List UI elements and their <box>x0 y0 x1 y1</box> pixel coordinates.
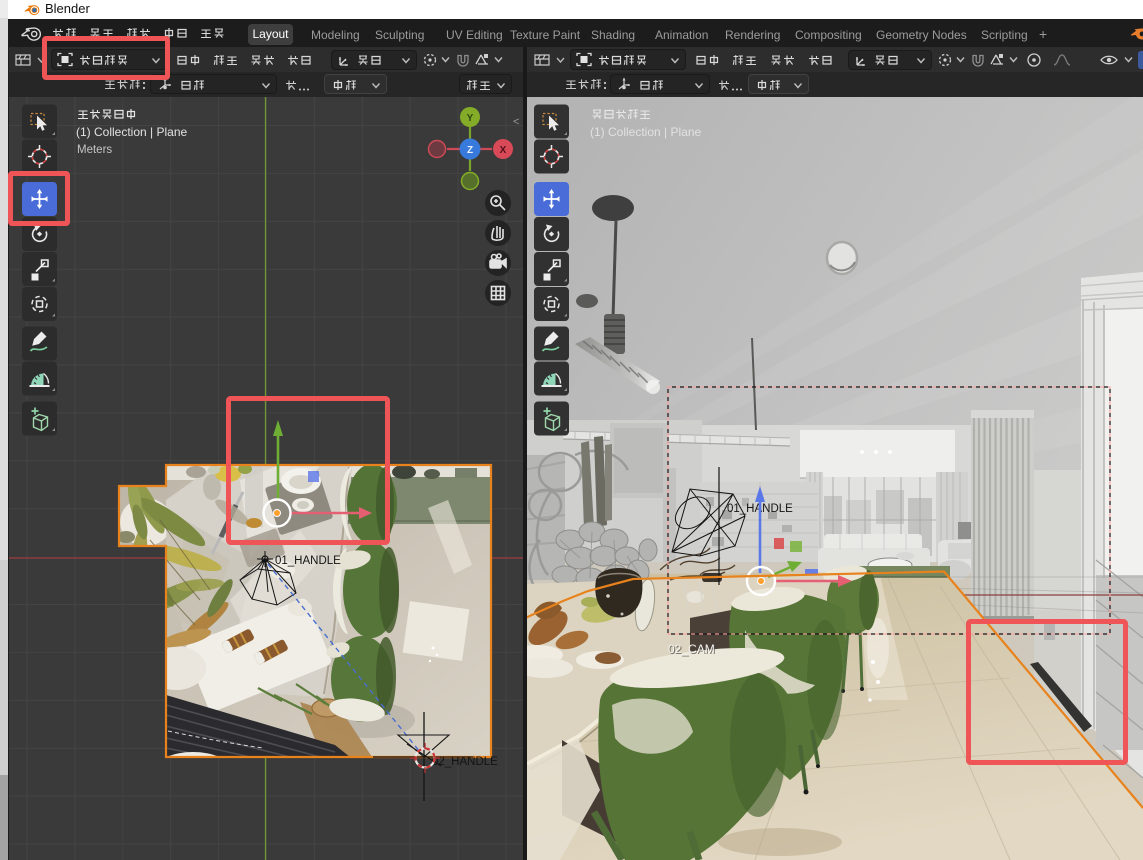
svg-text:(1) Collection | Plane: (1) Collection | Plane <box>590 125 701 139</box>
svg-text:Z: Z <box>467 145 473 156</box>
svg-text:X: X <box>500 145 507 156</box>
svg-text:Meters: Meters <box>77 144 112 156</box>
svg-text:<: < <box>513 116 519 128</box>
svg-text:Y: Y <box>467 113 474 124</box>
svg-text:02_CAM: 02_CAM <box>668 642 715 656</box>
svg-text:01_HANDLE: 01_HANDLE <box>275 555 341 567</box>
svg-text:(1) Collection | Plane: (1) Collection | Plane <box>76 125 187 139</box>
svg-text:02_HANDLE: 02_HANDLE <box>432 756 498 768</box>
